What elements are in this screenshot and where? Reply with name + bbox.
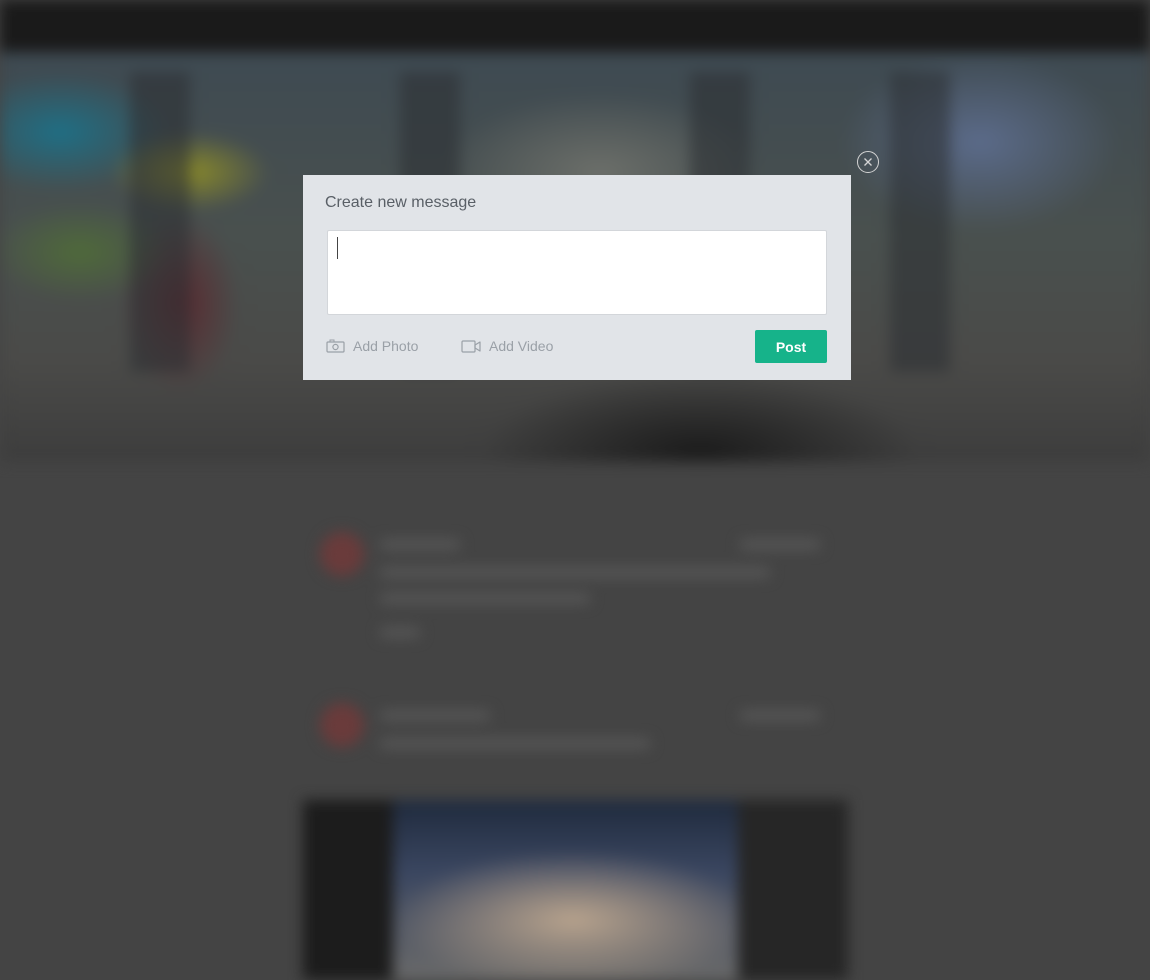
close-modal-button[interactable] [857,151,879,173]
add-video-label: Add Video [489,338,554,354]
video-camera-icon [461,340,481,353]
camera-icon [326,339,345,353]
feed-post [320,532,830,642]
background-page [0,0,1150,980]
post-button[interactable]: Post [755,330,827,363]
modal-title: Create new message [325,194,477,211]
feed-post [320,703,830,763]
feed-post-image [303,800,848,980]
message-input[interactable] [327,230,827,315]
close-icon [864,158,872,166]
top-navigation-bar [0,0,1150,52]
add-photo-label: Add Photo [353,338,419,354]
avatar [320,703,364,747]
create-message-modal: Create new message Add Photo Add Video P… [303,175,851,380]
avatar [320,532,364,576]
add-video-button[interactable]: Add Video [461,335,553,357]
text-caret [337,237,338,259]
add-photo-button[interactable]: Add Photo [326,335,418,357]
